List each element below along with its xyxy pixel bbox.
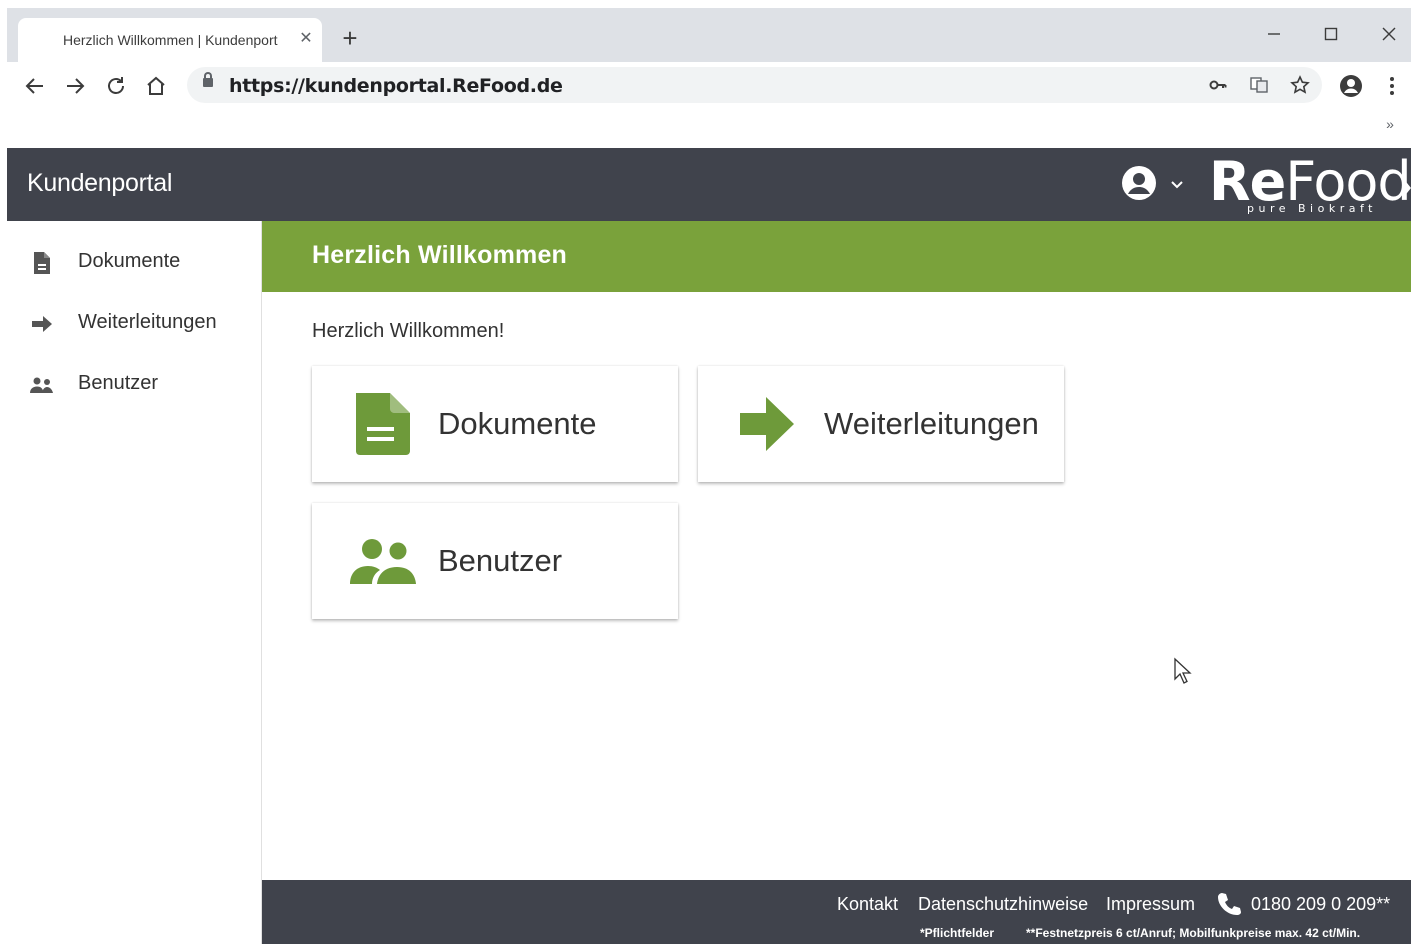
menu-dots-icon[interactable] (1376, 70, 1408, 102)
forward-arrow-icon[interactable] (59, 70, 91, 102)
card-label: Benutzer (438, 543, 563, 578)
star-icon[interactable] (1288, 73, 1312, 97)
reload-icon[interactable] (100, 70, 132, 102)
address-bar[interactable]: https://kundenportal.ReFood.de (187, 67, 1322, 103)
home-icon[interactable] (140, 70, 172, 102)
footer-phone-number[interactable]: 0180 209 0 209** (1251, 894, 1390, 915)
card-benutzer[interactable]: Benutzer (312, 503, 678, 619)
browser-toolbar: https://kundenportal.ReFood.de (7, 62, 1411, 110)
arrow-right-icon (29, 311, 55, 337)
url-text[interactable]: https://kundenportal.ReFood.de (229, 75, 563, 97)
maximize-icon[interactable] (1311, 14, 1351, 54)
document-icon (350, 391, 416, 457)
users-icon (350, 528, 416, 594)
minimize-icon[interactable] (1254, 14, 1294, 54)
welcome-banner: Herzlich Willkommen (262, 221, 1411, 292)
footer-link-datenschutz[interactable]: Datenschutzhinweise (918, 894, 1088, 915)
card-dokumente[interactable]: Dokumente (312, 366, 678, 482)
users-icon (29, 372, 55, 398)
browser-tab[interactable]: Herzlich Willkommen | Kundenportal ✕ (18, 18, 322, 62)
arrow-right-icon (736, 391, 802, 457)
sidebar-item-weiterleitungen[interactable]: Weiterleitungen (7, 295, 261, 351)
sidebar: Dokumente Weiterleitungen Benutzer (7, 221, 262, 944)
footer-note-required: *Pflichtfelder (920, 926, 995, 940)
document-icon (29, 250, 55, 276)
tab-strip: Herzlich Willkommen | Kundenportal ✕ + (7, 8, 1411, 62)
card-weiterleitungen[interactable]: Weiterleitungen (698, 366, 1064, 482)
mouse-cursor-icon (1173, 657, 1193, 685)
bookmarks-overflow-button[interactable]: » (1378, 112, 1402, 136)
new-tab-button[interactable]: + (337, 25, 363, 52)
tab-title: Herzlich Willkommen | Kundenportal (63, 32, 278, 48)
page-title: Herzlich Willkommen (312, 241, 568, 269)
back-arrow-icon[interactable] (19, 70, 51, 102)
close-window-icon[interactable] (1369, 14, 1409, 54)
sidebar-item-benutzer[interactable]: Benutzer (7, 356, 261, 412)
sidebar-item-label: Benutzer (78, 372, 159, 394)
sidebar-item-label: Weiterleitungen (78, 311, 217, 333)
profile-icon[interactable] (1335, 70, 1367, 102)
sidebar-item-dokumente[interactable]: Dokumente (7, 234, 261, 290)
refood-logo[interactable]: ReFood pure Biokraft (1207, 148, 1411, 221)
logo-arrow-icon (1403, 178, 1411, 198)
footer-note-price: **Festnetzpreis 6 ct/Anruf; Mobilfunkpre… (1026, 926, 1361, 940)
lock-icon (203, 72, 213, 87)
tab-close-icon[interactable]: ✕ (294, 27, 318, 51)
chevron-down-icon[interactable] (1165, 172, 1189, 196)
card-label: Dokumente (438, 406, 597, 441)
phone-icon (1216, 891, 1242, 917)
card-label: Weiterleitungen (824, 406, 1039, 441)
footer: Kontakt Datenschutzhinweise Impressum 01… (262, 880, 1411, 944)
welcome-text: Herzlich Willkommen! (312, 320, 505, 342)
logo-tagline: pure Biokraft (1247, 202, 1377, 215)
footer-link-kontakt[interactable]: Kontakt (837, 894, 898, 915)
app-header: Kundenportal ReFood pure Biokraft (7, 148, 1411, 221)
footer-link-impressum[interactable]: Impressum (1106, 894, 1195, 915)
browser-chrome: Herzlich Willkommen | Kundenportal ✕ + h… (0, 0, 1411, 148)
brand-title[interactable]: Kundenportal (27, 169, 172, 198)
user-account-icon[interactable] (1121, 165, 1157, 201)
translate-icon[interactable] (1247, 73, 1271, 97)
key-icon[interactable] (1206, 73, 1230, 97)
sidebar-item-label: Dokumente (78, 250, 181, 272)
